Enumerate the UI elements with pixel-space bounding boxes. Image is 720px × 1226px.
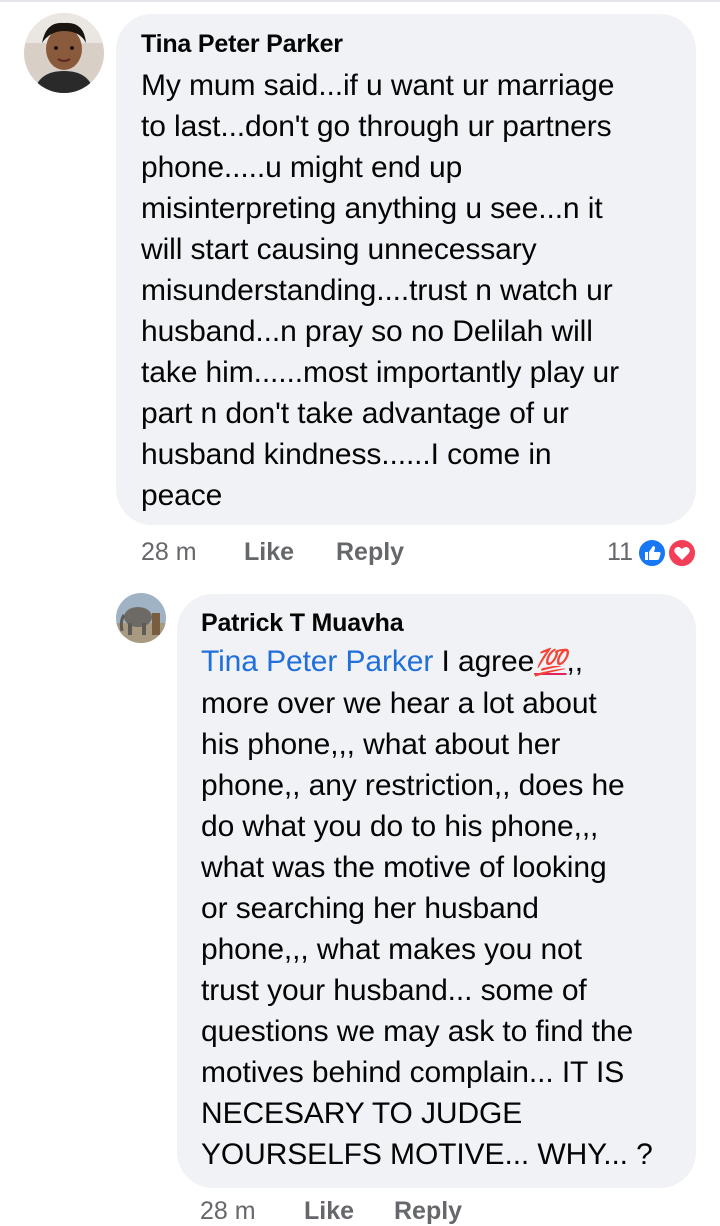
comment-line: NECESARY TO JUDGE <box>201 1097 523 1130</box>
comment-line: My mum said...if u want ur marriage <box>141 69 615 102</box>
comment-text: My mum said...if u want ur marriage to l… <box>141 65 672 516</box>
comment-line: do what you do to his phone,,, <box>201 810 599 843</box>
comment-bubble[interactable]: Tina Peter Parker My mum said...if u wan… <box>116 14 696 525</box>
comment-line: his phone,,, what about her <box>201 728 561 761</box>
comment-actions: 28 m Like Reply 11 <box>141 537 701 569</box>
reaction-count: 11 <box>607 538 633 566</box>
comment-line: trust your husband... some of <box>201 974 587 1007</box>
comment-line: misinterpreting anything u see...n it <box>141 192 603 225</box>
top-divider <box>0 0 720 2</box>
comment-line: phone,,, what makes you not <box>201 933 582 966</box>
comment-line: more over we hear a lot about <box>201 687 597 720</box>
comment-text: Tina Peter Parker I agree💯,, more over w… <box>201 641 676 1175</box>
comment-line: to last...don't go through ur partners <box>141 110 612 143</box>
comment-author[interactable]: Patrick T Muavha <box>201 607 676 639</box>
comment-line: will start causing unnecessary <box>141 233 537 266</box>
thumbs-up-icon <box>637 538 667 568</box>
reply-bubble[interactable]: Patrick T Muavha Tina Peter Parker I agr… <box>177 594 696 1188</box>
comment-line: misunderstanding....trust n watch ur <box>141 274 613 307</box>
like-button[interactable]: Like <box>304 1196 354 1226</box>
comment-line: phone,, any restriction,, does he <box>201 769 625 802</box>
comment-line: take him......most importantly play ur <box>141 356 620 389</box>
reply-button[interactable]: Reply <box>394 1196 462 1226</box>
like-button[interactable]: Like <box>244 537 294 567</box>
comment-line: part n don't take advantage of ur <box>141 397 569 430</box>
heart-icon <box>667 538 697 568</box>
comment-line: questions we may ask to find the <box>201 1015 634 1048</box>
hundred-points-icon: 💯 <box>534 647 567 677</box>
comment-line: or searching her husband <box>201 892 539 925</box>
comment-text-fragment: I agree <box>433 645 535 678</box>
comment-line: phone.....u might end up <box>141 151 463 184</box>
comment-line: husband...n pray so no Delilah will <box>141 315 593 348</box>
comment-timestamp[interactable]: 28 m <box>141 537 197 567</box>
comment-text-fragment: ,, <box>566 645 584 678</box>
profile-photo-icon <box>116 593 166 643</box>
comment-author[interactable]: Tina Peter Parker <box>141 28 672 60</box>
avatar-tina[interactable] <box>24 13 104 93</box>
reply-button[interactable]: Reply <box>336 537 404 567</box>
profile-photo-icon <box>24 13 104 93</box>
mention-link[interactable]: Tina Peter Parker <box>201 645 433 678</box>
comment-timestamp[interactable]: 28 m <box>200 1196 256 1226</box>
comment-line: motives behind complain... IT IS <box>201 1056 625 1089</box>
comment-line: what was the motive of looking <box>201 851 607 884</box>
comment-line: peace <box>141 479 223 512</box>
reply-actions: 28 m Like Reply <box>200 1196 680 1226</box>
comment-line: husband kindness......I come in <box>141 438 552 471</box>
avatar-patrick[interactable] <box>116 593 166 643</box>
comment-line: Tina Peter Parker I agree💯,, <box>201 641 676 683</box>
comment-line: YOURSELFS MOTIVE... WHY... ? <box>201 1138 653 1171</box>
